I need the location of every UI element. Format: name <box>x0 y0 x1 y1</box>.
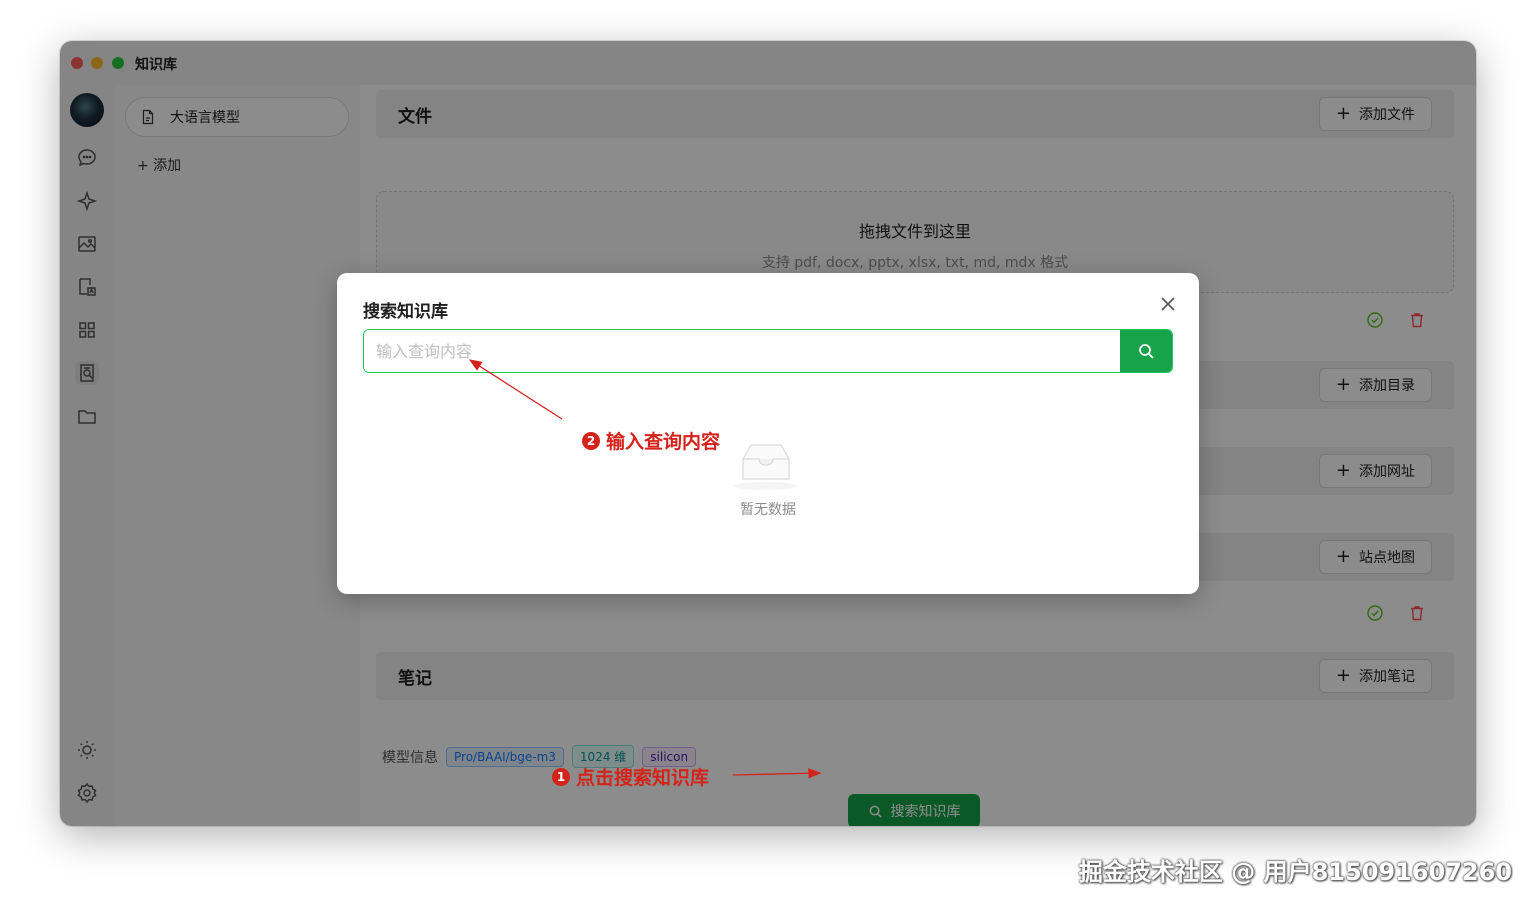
search-box <box>363 329 1173 373</box>
annotation-text: 输入查询内容 <box>606 431 721 453</box>
watermark: 掘金技术社区 @ 用户815091607260 <box>1078 858 1512 886</box>
close-icon[interactable] <box>1157 293 1179 315</box>
annotation-step-2: 2 输入查询内容 <box>582 427 720 454</box>
empty-state-text: 暂无数据 <box>740 502 796 518</box>
search-icon <box>1139 344 1154 359</box>
search-input[interactable] <box>364 330 1120 372</box>
search-submit-button[interactable] <box>1120 330 1172 372</box>
modal-title: 搜索知识库 <box>363 302 448 322</box>
annotation-text: 点击搜索知识库 <box>576 767 710 789</box>
annotation-step-1: 1 点击搜索知识库 <box>552 763 709 790</box>
step-badge: 1 <box>552 767 570 786</box>
search-kb-modal: 搜索知识库 暂无数据 <box>337 273 1199 594</box>
step-badge: 2 <box>582 431 600 450</box>
empty-box-icon <box>734 444 798 490</box>
